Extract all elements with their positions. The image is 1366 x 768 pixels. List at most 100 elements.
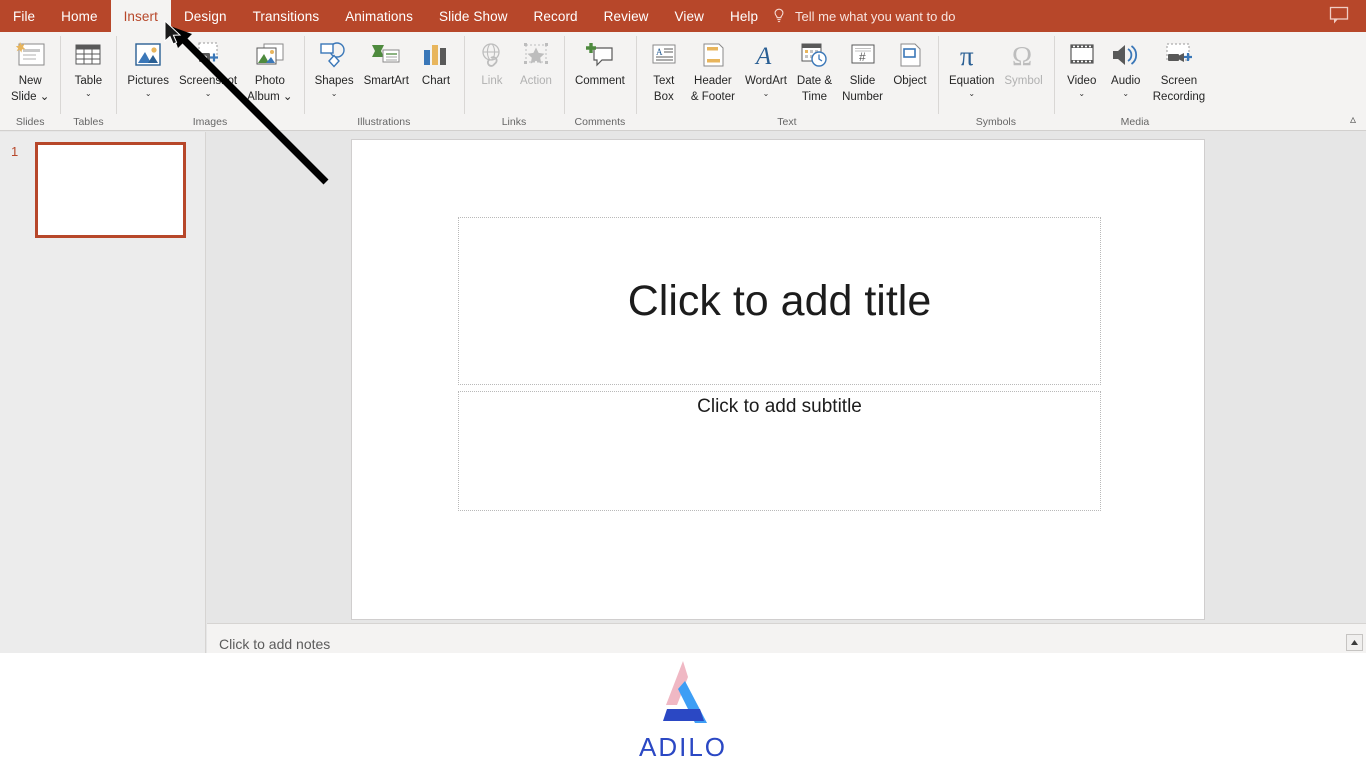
video-button[interactable]: Video ⌄ bbox=[1060, 36, 1104, 98]
symbol-button: Ω Symbol bbox=[999, 36, 1047, 88]
symbol-omega-icon: Ω bbox=[1009, 38, 1039, 72]
shapes-icon bbox=[318, 38, 350, 72]
ribbon-group-symbols: π Equation ⌄ Ω Symbol Symbols bbox=[937, 32, 1054, 131]
photo-album-icon bbox=[254, 38, 286, 72]
screenshot-dropdown-chevron-icon[interactable]: ⌄ bbox=[205, 89, 212, 98]
notes-placeholder-text: Click to add notes bbox=[219, 636, 331, 652]
thumbnail-slide-preview[interactable] bbox=[35, 142, 186, 238]
ribbon-tab-record[interactable]: Record bbox=[521, 0, 591, 32]
subtitle-placeholder[interactable]: Click to add subtitle bbox=[458, 391, 1101, 511]
pictures-dropdown-chevron-icon[interactable]: ⌄ bbox=[145, 89, 152, 98]
ribbon-tab-view[interactable]: View bbox=[662, 0, 717, 32]
ribbon-group-label: Tables bbox=[73, 116, 104, 128]
audio-speaker-icon bbox=[1110, 38, 1142, 72]
link-icon bbox=[477, 38, 507, 72]
ribbon-tab-animations[interactable]: Animations bbox=[332, 0, 426, 32]
new-slide-button[interactable]: New Slide ⌄ bbox=[6, 36, 54, 103]
equation-button[interactable]: π Equation ⌄ bbox=[944, 36, 999, 98]
comments-callout-icon[interactable] bbox=[1328, 5, 1350, 25]
shapes-button[interactable]: Shapes ⌄ bbox=[310, 36, 359, 98]
slide-thumbnail-pane[interactable]: 1 bbox=[0, 132, 206, 653]
title-placeholder-text: Click to add title bbox=[627, 276, 932, 325]
audio-button[interactable]: Audio ⌄ bbox=[1104, 36, 1148, 98]
ribbon-tab-slide-show[interactable]: Slide Show bbox=[426, 0, 521, 32]
date-time-button[interactable]: Date & Time bbox=[792, 36, 837, 103]
text-box-button[interactable]: A Text Box bbox=[642, 36, 686, 103]
mouse-cursor-icon bbox=[164, 20, 182, 45]
subtitle-placeholder-text: Click to add subtitle bbox=[697, 396, 862, 417]
tell-me-search[interactable]: Tell me what you want to do bbox=[772, 0, 955, 32]
ribbon-group-label: Links bbox=[501, 116, 527, 128]
ribbon-tab-review[interactable]: Review bbox=[591, 0, 662, 32]
wordart-button[interactable]: A WordArt ⌄ bbox=[740, 36, 792, 98]
title-placeholder[interactable]: Click to add title bbox=[458, 217, 1101, 385]
smartart-button[interactable]: SmartArt bbox=[359, 36, 414, 88]
table-button[interactable]: Table ⌄ bbox=[66, 36, 110, 98]
ribbon-group-illustrations: Shapes ⌄ SmartArt Chart Illustrations bbox=[303, 32, 464, 131]
wordart-dropdown-chevron-icon[interactable]: ⌄ bbox=[763, 89, 770, 98]
thumbnail-number: 1 bbox=[11, 144, 19, 159]
screenshot-label: Screenshot bbox=[178, 75, 238, 87]
ribbon-group-tables: Table ⌄ Tables bbox=[60, 32, 116, 131]
video-icon bbox=[1067, 38, 1097, 72]
current-slide-canvas[interactable]: Click to add title Click to add subtitle bbox=[351, 139, 1205, 620]
smartart-label: SmartArt bbox=[363, 75, 409, 87]
chevron-up-icon[interactable]: ▵ bbox=[1350, 112, 1356, 126]
ribbon-tab-file[interactable]: File bbox=[0, 0, 48, 32]
ribbon-group-label: Media bbox=[1120, 116, 1150, 128]
powerpoint-window: File Home Insert Design Transitions Animation… bbox=[0, 0, 1366, 653]
svg-text:A: A bbox=[754, 43, 772, 69]
title-bar: File Home Insert Design Transitions Animation… bbox=[0, 0, 1366, 32]
new-slide-label-line2: Slide ⌄ bbox=[11, 90, 50, 103]
ribbon-group-slides: New Slide ⌄ Slides bbox=[0, 32, 60, 131]
ribbon-tab-transitions[interactable]: Transitions bbox=[240, 0, 333, 32]
action-button: Action bbox=[514, 36, 558, 88]
screenshot-button[interactable]: Screenshot ⌄ bbox=[174, 36, 242, 98]
photo-album-button[interactable]: Photo Album ⌄ bbox=[242, 36, 297, 103]
equation-dropdown-chevron-icon[interactable]: ⌄ bbox=[968, 89, 975, 98]
svg-text:Ω: Ω bbox=[1012, 41, 1032, 70]
text-box-label-line2: Box bbox=[653, 90, 674, 103]
date-time-icon bbox=[799, 38, 829, 72]
scroll-up-arrow-icon[interactable] bbox=[1346, 634, 1363, 651]
ribbon-tab-home[interactable]: Home bbox=[48, 0, 110, 32]
screenshot-icon bbox=[193, 38, 223, 72]
thumbnail-item[interactable]: 1 bbox=[0, 138, 206, 244]
pictures-icon bbox=[133, 38, 163, 72]
ribbon-group-links: Link Action Links bbox=[463, 32, 564, 131]
smartart-icon bbox=[370, 38, 402, 72]
ribbon-group-media: Video ⌄ Audio ⌄ Screen Recording Media bbox=[1053, 32, 1216, 131]
new-slide-label: New bbox=[18, 75, 42, 87]
ribbon-tab-insert[interactable]: Insert bbox=[110, 0, 171, 32]
slide-number-button[interactable]: # Slide Number bbox=[837, 36, 888, 103]
ribbon-group-label: Images bbox=[192, 116, 228, 128]
comment-label: Comment bbox=[574, 75, 625, 87]
svg-text:#: # bbox=[859, 50, 866, 64]
ribbon-group-comments: Comment Comments bbox=[563, 32, 636, 131]
lightbulb-icon bbox=[772, 8, 786, 24]
svg-text:A: A bbox=[656, 47, 663, 57]
table-dropdown-chevron-icon[interactable]: ⌄ bbox=[85, 89, 92, 98]
wordart-label: WordArt bbox=[744, 75, 787, 87]
ribbon-tab-help[interactable]: Help bbox=[717, 0, 771, 32]
header-footer-button[interactable]: Header & Footer bbox=[686, 36, 740, 103]
text-box-label: Text bbox=[653, 75, 675, 87]
shapes-dropdown-chevron-icon[interactable]: ⌄ bbox=[331, 89, 338, 98]
screen-recording-button[interactable]: Screen Recording bbox=[1148, 36, 1210, 103]
ribbon-tab-bar: File Home Insert Design Transitions Animation… bbox=[0, 0, 771, 32]
tell-me-label: Tell me what you want to do bbox=[795, 8, 956, 24]
video-dropdown-chevron-icon[interactable]: ⌄ bbox=[1078, 89, 1085, 98]
ribbon-group-images: Pictures ⌄ Screenshot ⌄ Photo Album ⌄ Images bbox=[116, 32, 303, 131]
chart-button[interactable]: Chart bbox=[414, 36, 458, 88]
date-time-label: Date & bbox=[796, 75, 833, 87]
comment-button[interactable]: Comment bbox=[570, 36, 630, 88]
equation-pi-icon: π bbox=[957, 38, 987, 72]
video-label: Video bbox=[1067, 75, 1097, 87]
ribbon-group-label: Text bbox=[777, 116, 797, 128]
wordart-icon: A bbox=[751, 38, 781, 72]
slide-editing-area: Click to add title Click to add subtitle bbox=[207, 132, 1366, 622]
adilo-logo-mark bbox=[645, 659, 721, 731]
object-button[interactable]: Object bbox=[888, 36, 932, 88]
audio-dropdown-chevron-icon[interactable]: ⌄ bbox=[1122, 89, 1129, 98]
notes-pane[interactable]: Click to add notes bbox=[207, 623, 1366, 653]
